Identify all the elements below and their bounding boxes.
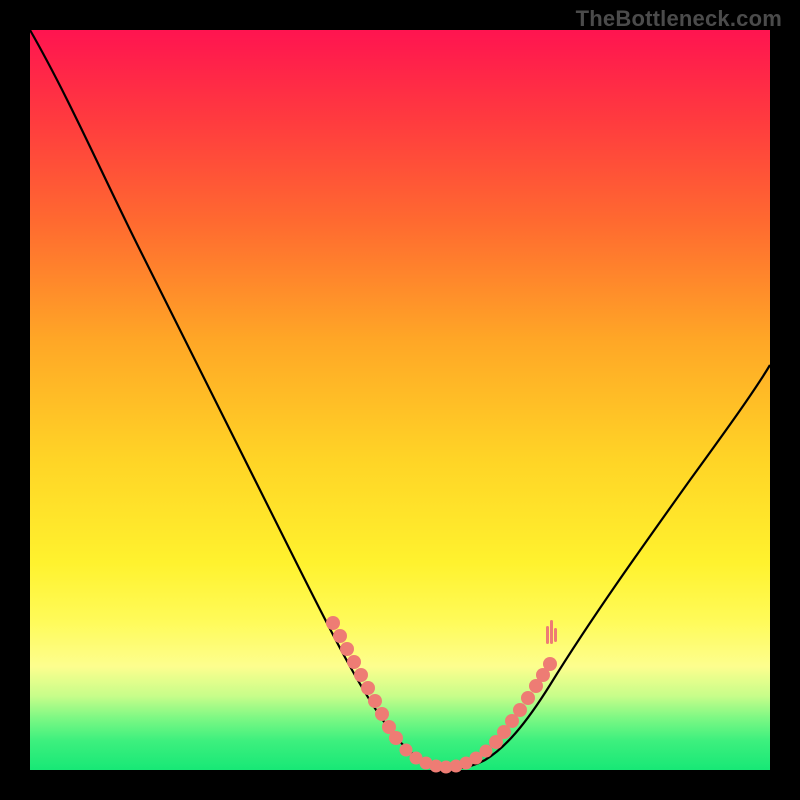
curve-svg (30, 30, 770, 770)
plot-area (30, 30, 770, 770)
right-dot-cluster (489, 620, 557, 749)
bottom-dot-cluster (400, 744, 493, 774)
watermark-text: TheBottleneck.com (576, 6, 782, 32)
chart-frame: TheBottleneck.com (0, 0, 800, 800)
left-dot-cluster (326, 616, 403, 745)
bottleneck-curve (30, 30, 770, 769)
